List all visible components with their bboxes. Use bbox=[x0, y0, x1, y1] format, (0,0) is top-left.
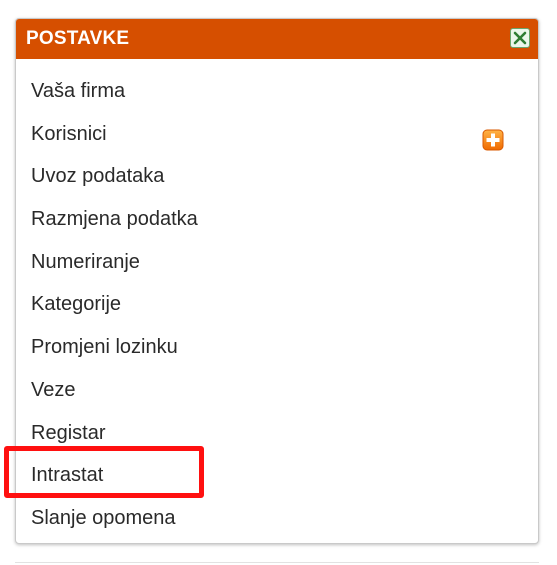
panel-title: POSTAVKE bbox=[26, 28, 130, 49]
menu-item-slanje-opomena[interactable]: Slanje opomena bbox=[16, 497, 538, 540]
menu-item-vasa-firma[interactable]: Vaša firma bbox=[16, 70, 538, 113]
menu-item-label: Numeriranje bbox=[31, 250, 140, 273]
menu-item-numeriranje[interactable]: Numeriranje bbox=[16, 241, 538, 284]
menu-item-label: Promjeni lozinku bbox=[31, 336, 178, 359]
menu-item-veze[interactable]: Veze bbox=[16, 369, 538, 412]
settings-panel: POSTAVKE Vaša firma Korisnici Uvoz podat… bbox=[15, 18, 539, 544]
settings-menu: Vaša firma Korisnici Uvoz podataka Razmj… bbox=[16, 70, 538, 540]
menu-item-kategorije[interactable]: Kategorije bbox=[16, 283, 538, 326]
panel-header: POSTAVKE bbox=[16, 19, 538, 59]
menu-item-label: Korisnici bbox=[31, 122, 107, 145]
menu-item-intrastat[interactable]: Intrastat bbox=[16, 454, 538, 497]
menu-item-label: Slanje opomena bbox=[31, 506, 176, 529]
menu-item-label: Vaša firma bbox=[31, 80, 126, 102]
close-icon bbox=[513, 31, 527, 45]
menu-item-label: Registar bbox=[31, 421, 106, 444]
add-icon bbox=[482, 129, 504, 151]
close-button[interactable] bbox=[510, 28, 530, 48]
menu-item-uvoz-podataka[interactable]: Uvoz podataka bbox=[16, 155, 538, 198]
menu-item-registar[interactable]: Registar bbox=[16, 412, 538, 455]
menu-item-label: Uvoz podataka bbox=[31, 165, 165, 188]
divider bbox=[15, 562, 539, 563]
menu-item-promjeni-lozinku[interactable]: Promjeni lozinku bbox=[16, 326, 538, 369]
menu-item-korisnici[interactable]: Korisnici bbox=[16, 113, 538, 156]
menu-item-razmjena-podatka[interactable]: Razmjena podatka bbox=[16, 198, 538, 241]
menu-item-label: Intrastat bbox=[31, 464, 104, 487]
menu-item-label: Razmjena podatka bbox=[31, 208, 198, 231]
menu-item-label: Veze bbox=[31, 378, 76, 401]
menu-item-label: Kategorije bbox=[31, 293, 122, 316]
add-user-button[interactable] bbox=[482, 124, 504, 151]
